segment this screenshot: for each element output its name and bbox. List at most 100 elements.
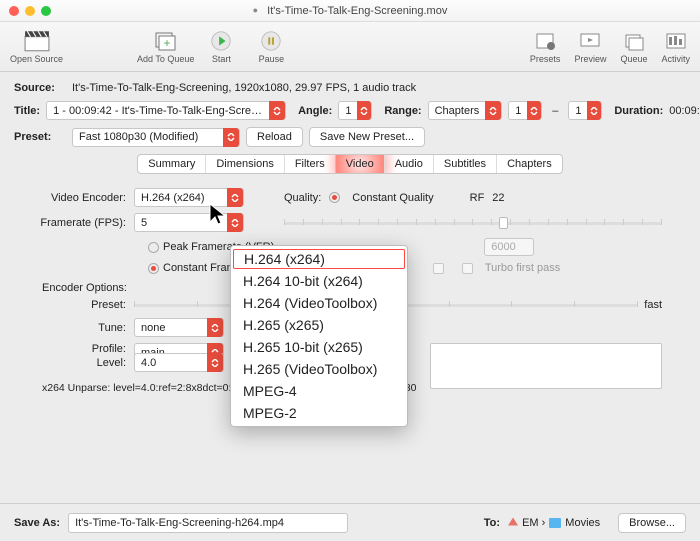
level-select[interactable]: 4.0 — [134, 353, 224, 372]
reload-button[interactable]: Reload — [246, 127, 303, 147]
tune-select[interactable]: none — [134, 318, 224, 337]
enc-preset-label: Preset: — [38, 299, 134, 311]
tab-video-label: Video — [346, 158, 374, 170]
dropdown-arrows-icon — [207, 318, 223, 337]
constant-quality-radio[interactable] — [329, 192, 340, 203]
pause-button[interactable]: Pause — [258, 30, 284, 64]
save-as-value: It's-Time-To-Talk-Eng-Screening-h264.mp4 — [75, 517, 284, 529]
range-to-select[interactable]: 1 — [568, 101, 602, 120]
preview-icon — [577, 30, 603, 52]
start-button[interactable]: Start — [208, 30, 234, 64]
open-source-button[interactable]: Open Source — [10, 30, 63, 64]
play-icon — [208, 30, 234, 52]
constant-quality-label: Constant Quality — [352, 192, 433, 204]
title-select[interactable]: 1 - 00:09:42 - It's-Time-To-Talk-Eng-Scr… — [46, 101, 286, 120]
level-value: 4.0 — [141, 357, 201, 369]
tab-dimensions[interactable]: Dimensions — [206, 155, 284, 173]
peak-framerate-radio[interactable] — [148, 242, 159, 253]
range-from-select[interactable]: 1 — [508, 101, 542, 120]
dropdown-arrows-icon — [527, 101, 541, 120]
svg-text:+: + — [163, 36, 170, 50]
mouse-cursor-icon — [208, 202, 228, 231]
tab-subtitles[interactable]: Subtitles — [434, 155, 497, 173]
save-as-label: Save As: — [14, 517, 60, 529]
pause-label: Pause — [259, 54, 285, 64]
tab-bar: Summary Dimensions Filters Video Audio S… — [14, 154, 686, 174]
preset-label: Preset: — [14, 131, 66, 143]
enc-preset-value: fast — [644, 299, 662, 311]
video-encoder-dropdown[interactable]: H.264 (x264) H.264 10-bit (x264) H.264 (… — [230, 245, 408, 427]
title-label: Title: — [14, 105, 40, 117]
toolbar: Open Source + Add To Queue Start Pause P… — [0, 22, 700, 72]
browse-button[interactable]: Browse... — [618, 513, 686, 533]
dropdown-arrows-icon — [587, 101, 601, 120]
range-from-value: 1 — [515, 105, 521, 117]
tune-value: none — [141, 322, 201, 334]
range-label: Range: — [384, 105, 421, 117]
to-label: To: — [484, 517, 500, 529]
pause-icon — [258, 30, 284, 52]
avg-bitrate-field[interactable]: 6000 — [484, 238, 534, 256]
angle-select[interactable]: 1 — [338, 101, 372, 120]
add-to-queue-label: Add To Queue — [137, 54, 194, 64]
activity-icon — [663, 30, 689, 52]
presets-label: Presets — [530, 54, 561, 64]
source-text: It's-Time-To-Talk-Eng-Screening, 1920x10… — [72, 82, 416, 94]
dropdown-arrows-icon — [485, 101, 501, 120]
bottom-bar: Save As: It's-Time-To-Talk-Eng-Screening… — [0, 503, 700, 541]
save-as-field[interactable]: It's-Time-To-Talk-Eng-Screening-h264.mp4 — [68, 513, 348, 533]
start-label: Start — [212, 54, 231, 64]
range-mode-select[interactable]: Chapters — [428, 101, 503, 120]
angle-label: Angle: — [298, 105, 332, 117]
tab-chapters[interactable]: Chapters — [497, 155, 562, 173]
two-pass-checkbox — [433, 263, 444, 274]
tab-filters[interactable]: Filters — [285, 155, 336, 173]
rf-value: 22 — [492, 192, 504, 204]
activity-label: Activity — [661, 54, 690, 64]
encoder-option-h264-x264[interactable]: H.264 (x264) — [233, 249, 405, 269]
quality-label: Quality: — [284, 192, 321, 204]
preset-select[interactable]: Fast 1080p30 (Modified) — [72, 128, 240, 147]
preview-button[interactable]: Preview — [574, 30, 606, 64]
window-title: ● It's-Time-To-Talk-Eng-Screening.mov — [0, 5, 700, 17]
save-new-preset-button[interactable]: Save New Preset... — [309, 127, 425, 147]
dropdown-arrows-icon — [227, 213, 243, 232]
encoder-option-h264-10bit[interactable]: H.264 10-bit (x264) — [231, 270, 407, 292]
activity-button[interactable]: Activity — [661, 30, 690, 64]
add-to-queue-icon: + — [153, 30, 179, 52]
additional-options-field[interactable] — [430, 343, 662, 389]
turbo-label: Turbo first pass — [485, 262, 560, 274]
dropdown-arrows-icon — [223, 128, 239, 147]
dropdown-arrows-icon — [269, 101, 285, 120]
video-encoder-label: Video Encoder: — [38, 192, 134, 204]
encoder-option-h265-vt[interactable]: H.265 (VideoToolbox) — [231, 358, 407, 380]
encoder-option-mpeg2[interactable]: MPEG-2 — [231, 402, 407, 424]
destination-seg-1: EM › — [522, 517, 545, 529]
constant-framerate-radio[interactable] — [148, 263, 159, 274]
encoder-option-h264-vt[interactable]: H.264 (VideoToolbox) — [231, 292, 407, 314]
level-label: Level: — [38, 357, 134, 369]
range-dash: – — [548, 105, 562, 117]
tab-summary[interactable]: Summary — [138, 155, 206, 173]
destination-path[interactable]: EM › Movies — [508, 517, 600, 529]
quality-slider[interactable] — [284, 216, 662, 230]
tune-label: Tune: — [38, 322, 134, 334]
tab-video[interactable]: Video — [336, 155, 385, 173]
dropdown-arrows-icon — [207, 353, 223, 372]
source-label: Source: — [14, 82, 66, 94]
preview-label: Preview — [574, 54, 606, 64]
tab-audio[interactable]: Audio — [385, 155, 434, 173]
presets-button[interactable]: Presets — [530, 30, 561, 64]
queue-button[interactable]: Queue — [620, 30, 647, 64]
duration-value: 00:09:42 — [669, 105, 700, 117]
clapperboard-icon — [24, 30, 50, 52]
encoder-option-h265-10bit[interactable]: H.265 10-bit (x265) — [231, 336, 407, 358]
range-mode-value: Chapters — [435, 105, 480, 117]
destination-seg-2: Movies — [565, 517, 600, 529]
range-to-value: 1 — [575, 105, 581, 117]
add-to-queue-button[interactable]: + Add To Queue — [137, 30, 194, 64]
duration-label: Duration: — [614, 105, 663, 117]
profile-label: Profile: — [38, 343, 134, 355]
encoder-option-mpeg4[interactable]: MPEG-4 — [231, 380, 407, 402]
encoder-option-h265-x265[interactable]: H.265 (x265) — [231, 314, 407, 336]
